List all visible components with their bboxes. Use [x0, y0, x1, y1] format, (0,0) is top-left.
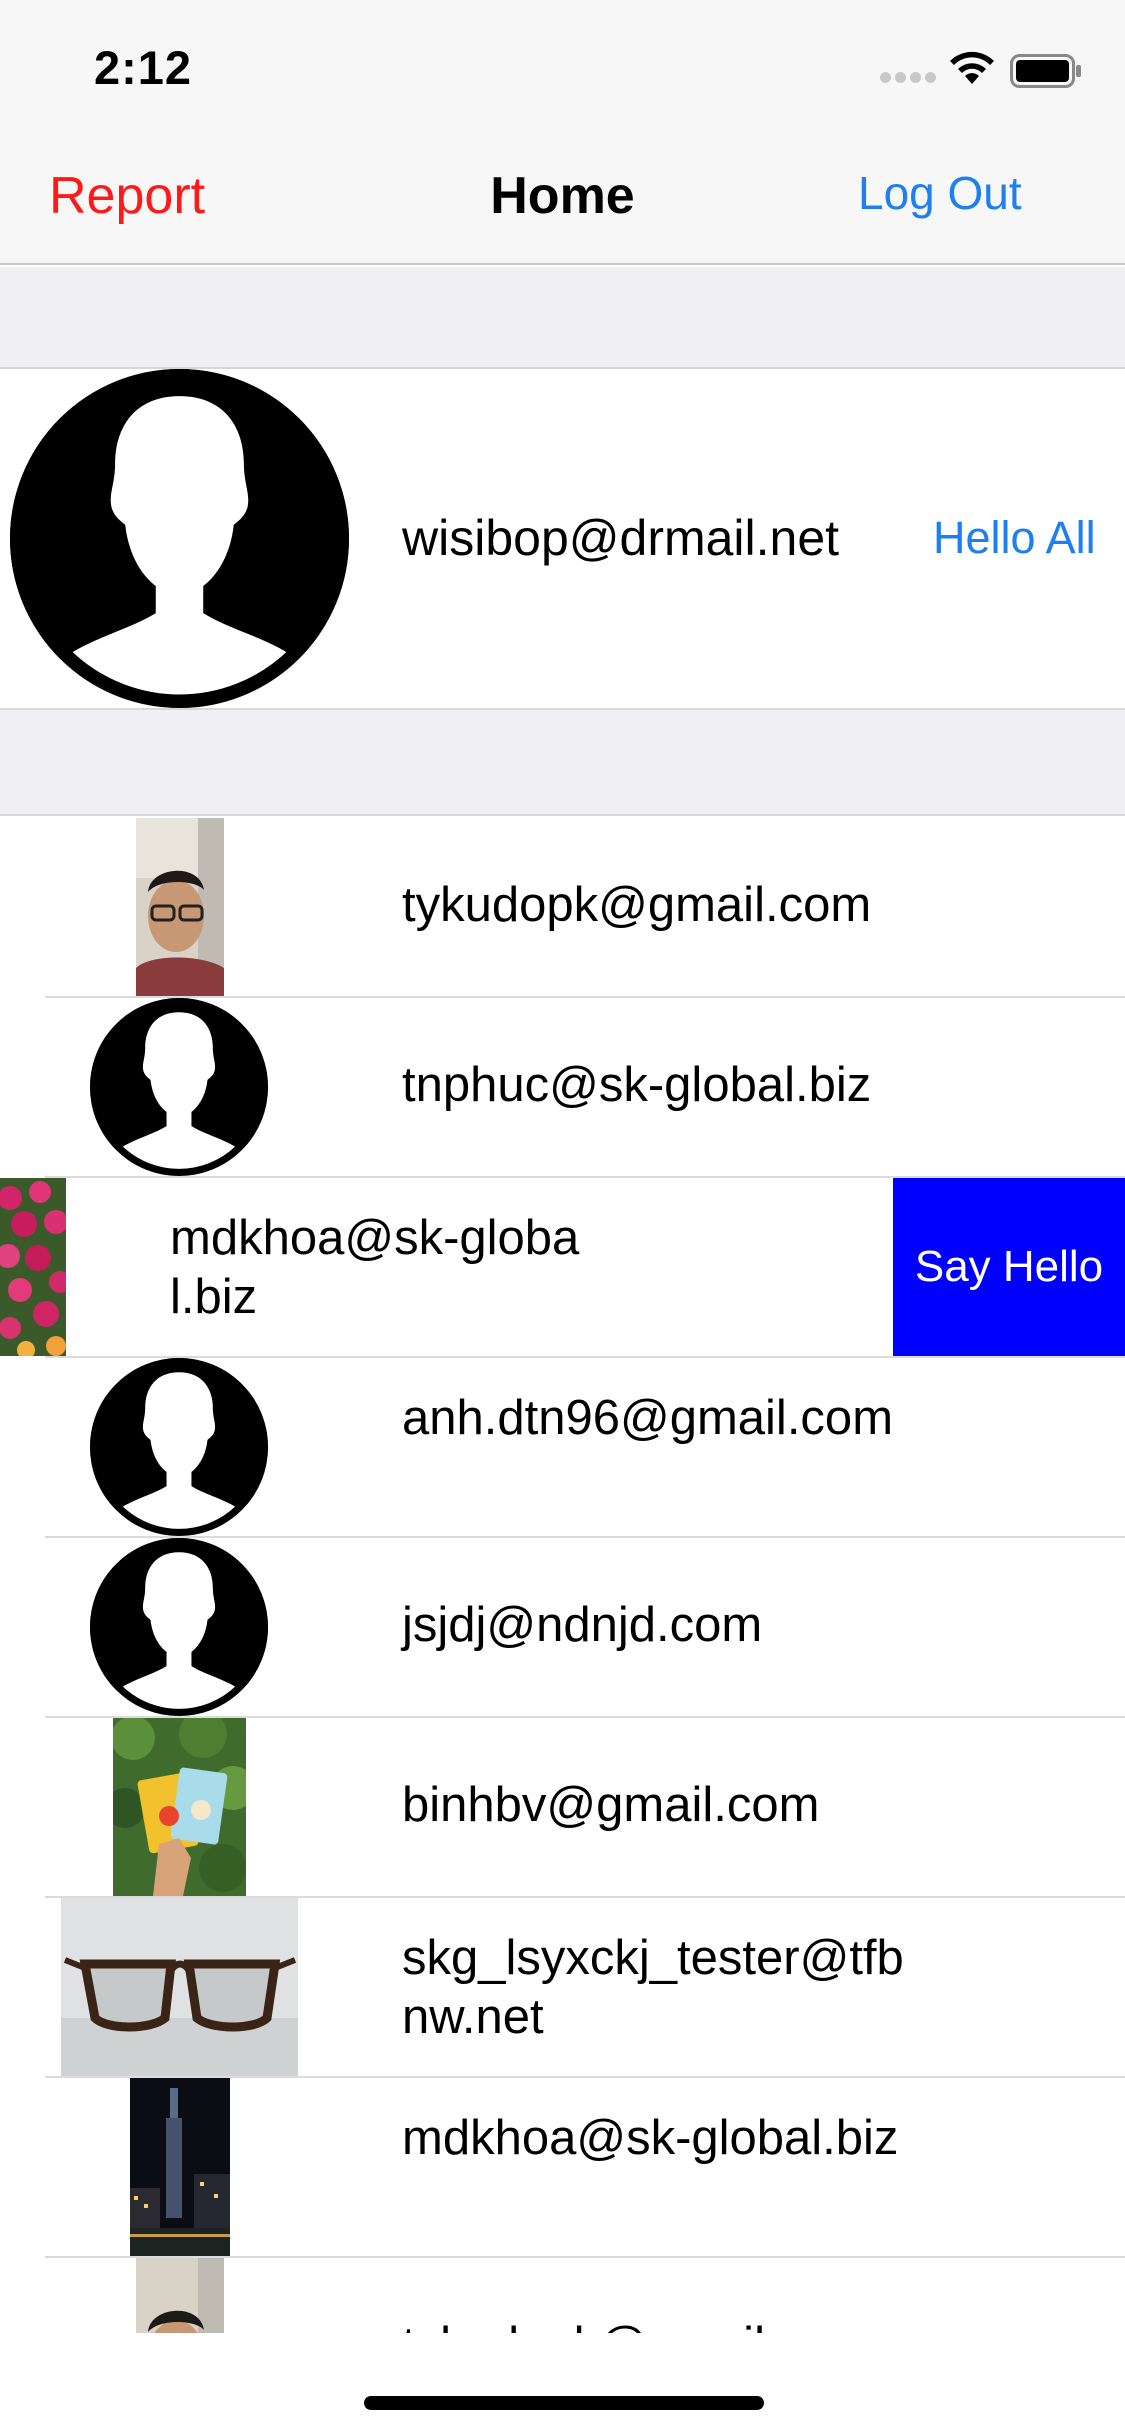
contact-row[interactable]: tykudopk@gmail.com: [0, 818, 1125, 998]
section-header-spacer: [0, 267, 1125, 369]
contact-row[interactable]: skg_lsyxckj_tester@tfbnw.net: [0, 1898, 1125, 2078]
hello-all-button[interactable]: Hello All: [933, 512, 1096, 564]
report-button[interactable]: Report: [49, 166, 205, 226]
swiped-row-content[interactable]: mdkhoa@sk-global.biz: [0, 1178, 893, 1356]
contact-row[interactable]: anh.dtn96@gmail.com: [0, 1358, 1125, 1538]
person-silhouette-icon: [90, 998, 268, 1176]
photo-night-city: [130, 2078, 230, 2256]
home-indicator[interactable]: [364, 2396, 764, 2410]
status-time: 2:12: [94, 41, 193, 94]
contact-email: mdkhoa@sk-global.biz: [402, 2111, 899, 2165]
person-silhouette-icon: [10, 369, 349, 708]
photo-snack-packs: [113, 1718, 246, 1896]
contact-email: mdkhoa@sk-global.biz: [170, 1211, 580, 1324]
contact-email: tnphuc@sk-global.biz: [402, 1058, 872, 1112]
photo-man-glasses: [136, 818, 224, 996]
wifi-icon: [950, 51, 994, 84]
navigation-bar: Report Home Log Out: [0, 132, 1125, 265]
contact-email: binhbv@gmail.com: [402, 1778, 820, 1832]
person-silhouette-icon: [90, 1358, 268, 1536]
home-indicator-area: [0, 2333, 1125, 2436]
contact-email: jsjdj@ndnjd.com: [402, 1598, 763, 1652]
section-header-spacer: [0, 708, 1125, 816]
contact-row-swiped[interactable]: mdkhoa@sk-global.biz Say Hello: [0, 1178, 1125, 1358]
person-silhouette-icon: [90, 1538, 268, 1716]
contact-email: tykudopk@gmail.com: [402, 878, 872, 932]
status-bar: 2:12: [0, 0, 1125, 132]
contacts-list[interactable]: tykudopk@gmail.com tnphuc@sk-global.biz …: [0, 818, 1125, 2333]
photo-eyeglasses: [61, 1898, 298, 2076]
contact-row[interactable]: jsjdj@ndnjd.com: [0, 1538, 1125, 1718]
photo-man-glasses: [136, 2258, 224, 2333]
contact-row[interactable]: mdkhoa@sk-global.biz: [0, 2078, 1125, 2258]
current-user-email: wisibop@drmail.net: [402, 510, 840, 566]
photo-flowers: [0, 1178, 66, 1356]
contact-email: anh.dtn96@gmail.com: [402, 1391, 894, 1445]
contact-email: tykudopk@gmail.com: [402, 2316, 922, 2333]
current-user-row[interactable]: wisibop@drmail.net Hello All: [0, 369, 1125, 708]
contact-row[interactable]: tnphuc@sk-global.biz: [0, 998, 1125, 1178]
contact-row[interactable]: tykudopk@gmail.com: [0, 2258, 1125, 2333]
log-out-button[interactable]: Log Out: [858, 166, 1022, 220]
contact-email: skg_lsyxckj_tester@tfbnw.net: [402, 1931, 904, 2044]
contact-row[interactable]: binhbv@gmail.com: [0, 1718, 1125, 1898]
cellular-signal-icon: [880, 72, 936, 86]
battery-icon: [1010, 54, 1081, 88]
say-hello-button[interactable]: Say Hello: [893, 1178, 1125, 1356]
